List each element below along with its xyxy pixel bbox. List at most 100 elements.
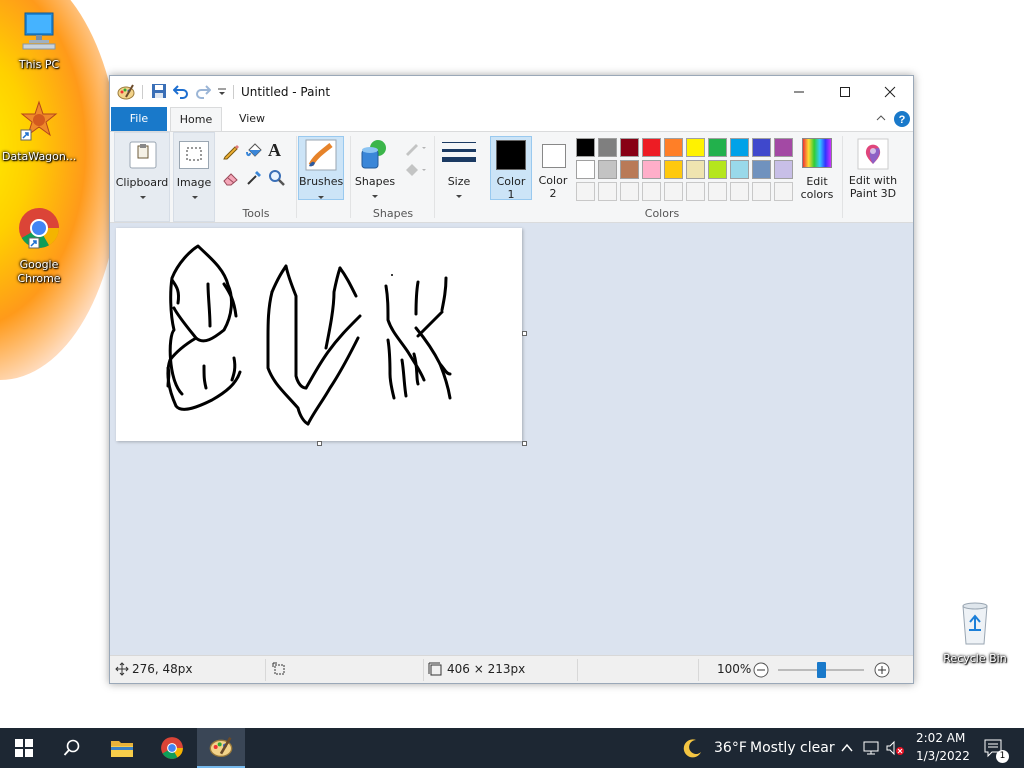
drawing-canvas[interactable] [116,228,522,441]
ribbon: Clipboard Image A Tools Brushes Shapes S… [110,131,913,223]
paint-app-icon[interactable] [117,83,135,101]
canvas-area [110,223,913,655]
clipboard-group[interactable]: Clipboard [114,132,170,222]
customize-toolbar-icon[interactable] [216,83,234,101]
size-button[interactable]: Size [438,132,480,222]
outline-icon[interactable] [404,140,428,159]
palette-swatch[interactable] [620,138,639,157]
palette-swatch[interactable] [752,138,771,157]
windows-logo-icon [15,739,33,757]
palette-swatch[interactable] [708,182,727,201]
redo-icon[interactable] [195,83,213,101]
palette-swatch[interactable] [752,182,771,201]
zoom-out-icon[interactable] [753,662,769,681]
palette-swatch[interactable] [598,160,617,179]
text-tool-icon[interactable]: A [268,140,281,161]
palette-swatch[interactable] [598,182,617,201]
palette-swatch[interactable] [686,138,705,157]
color2-button[interactable]: Color 2 [533,136,573,200]
search-button[interactable] [48,728,96,768]
zoom-slider-track[interactable] [778,662,864,678]
clock-date[interactable]: 1/3/2022 [916,749,970,763]
zoom-slider-thumb[interactable] [817,662,826,678]
tab-view[interactable]: View [228,107,276,131]
palette-swatch[interactable] [576,138,595,157]
image-group[interactable]: Image [173,132,215,222]
resize-handle-corner[interactable] [522,441,527,446]
palette-swatch[interactable] [642,160,661,179]
palette-swatch[interactable] [730,160,749,179]
color-picker-icon[interactable] [245,169,263,190]
color2-label-line1: Color [538,174,568,187]
pencil-icon[interactable] [222,142,240,163]
paint-app-icon [209,736,233,757]
palette-swatch[interactable] [576,182,595,201]
close-button[interactable] [867,76,913,107]
taskbar-chrome[interactable] [148,728,196,768]
palette-swatch[interactable] [708,160,727,179]
desktop-icon-datawagon[interactable]: DataWagon... [2,100,76,164]
show-hidden-icons[interactable] [836,728,858,768]
color1-label-line2: 1 [507,188,515,201]
weather-description[interactable]: Mostly clear [750,740,835,756]
edit-colors-label-line2: colors [800,188,834,201]
start-button[interactable] [0,728,48,768]
palette-swatch[interactable] [752,160,771,179]
magnifier-icon[interactable] [268,169,286,190]
taskbar-paint[interactable] [197,728,245,768]
tab-file[interactable]: File [111,107,167,131]
palette-swatch[interactable] [686,160,705,179]
help-icon[interactable]: ? [893,110,911,131]
brushes-button[interactable]: Brushes [298,136,344,200]
save-icon[interactable] [151,83,169,101]
resize-handle-bottom[interactable] [317,441,322,446]
collapse-ribbon-icon[interactable] [875,112,887,127]
maximize-icon [840,86,850,97]
fill-icon[interactable] [404,162,428,181]
palette-swatch[interactable] [730,138,749,157]
fill-bucket-icon[interactable] [245,142,263,163]
tab-home[interactable]: Home [170,107,222,132]
colors-group-label: Colors [644,207,680,220]
clock-time[interactable]: 2:02 AM [916,731,965,745]
palette-swatch[interactable] [774,182,793,201]
resize-handle-right[interactable] [522,331,527,336]
palette-swatch[interactable] [620,160,639,179]
network-icon[interactable] [860,728,882,768]
shapes-icon[interactable] [358,138,390,173]
palette-swatch[interactable] [686,182,705,201]
palette-swatch[interactable] [620,182,639,201]
palette-swatch[interactable] [642,182,661,201]
title-bar[interactable]: Untitled - Paint [110,76,913,107]
weather-icon[interactable] [680,728,706,768]
maximize-button[interactable] [822,76,868,107]
palette-swatch[interactable] [708,138,727,157]
edit-with-paint3d-button[interactable]: Edit with Paint 3D [846,136,900,200]
palette-swatch[interactable] [774,138,793,157]
desktop-icon-chrome[interactable]: Google Chrome [2,206,76,286]
desktop-icon-this-pc[interactable]: This PC [2,10,76,72]
cursor-position-icon [115,662,129,679]
palette-swatch[interactable] [642,138,661,157]
minimize-button[interactable] [776,76,822,107]
palette-swatch[interactable] [664,182,683,201]
weather-temperature[interactable]: 36°F [714,740,747,756]
palette-swatch[interactable] [730,182,749,201]
paint3d-label-line2: Paint 3D [849,187,897,200]
palette-swatch[interactable] [664,160,683,179]
color1-button[interactable]: Color 1 [490,136,532,201]
palette-swatch[interactable] [576,160,595,179]
zoom-in-icon[interactable] [874,662,890,681]
eraser-icon[interactable] [222,169,240,190]
window-title: Untitled - Paint [241,85,331,99]
palette-swatch[interactable] [664,138,683,157]
desktop-icon-recycle-bin[interactable]: Recycle Bin [938,600,1012,666]
edit-colors-button[interactable]: Edit colors [800,138,834,201]
volume-muted-icon[interactable] [884,728,906,768]
select-icon [179,141,209,169]
palette-swatch[interactable] [598,138,617,157]
notifications-button[interactable]: 1 [978,728,1010,768]
palette-swatch[interactable] [774,160,793,179]
taskbar-file-explorer[interactable] [98,728,146,768]
undo-icon[interactable] [172,83,191,101]
